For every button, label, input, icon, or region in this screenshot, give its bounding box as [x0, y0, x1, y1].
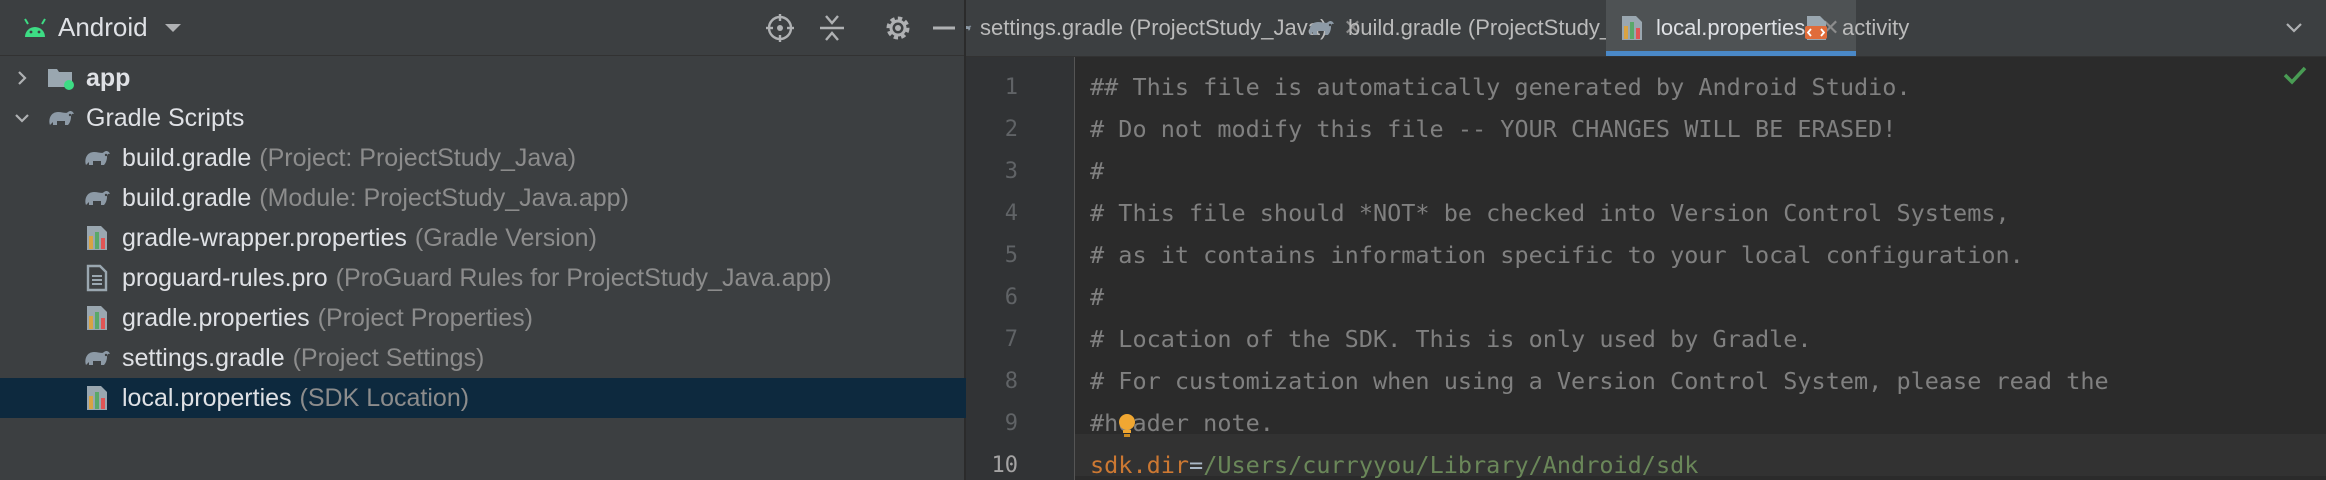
line-number: 3: [1004, 159, 1018, 184]
code-line: # Location of the SDK. This is only used…: [1090, 325, 1812, 353]
minimize-icon[interactable]: [924, 8, 964, 48]
tree-row[interactable]: build.gradle (Module: ProjectStudy_Java.a…: [0, 178, 966, 218]
tree-item-label: settings.gradle (Project Settings): [122, 344, 484, 373]
line-number: 5: [1004, 243, 1018, 268]
tree-row[interactable]: proguard-rules.pro (ProGuard Rules for Pr…: [0, 258, 966, 298]
text-file-icon: [82, 264, 112, 292]
tree-row[interactable]: local.properties (SDK Location): [0, 378, 966, 418]
line-number: 10: [991, 453, 1019, 478]
editor-tab-bar: settings.gradle (ProjectStudy_Java) ✕ buil…: [966, 0, 2326, 57]
editor-tab[interactable]: activity: [1788, 0, 1925, 56]
code-line: # as it contains information specific to…: [1090, 241, 2024, 269]
code-line: ## This file is automatically generated …: [1090, 73, 1911, 101]
code-line: # This file should *NOT* be checked into…: [1090, 199, 2010, 227]
line-number-gutter[interactable]: 1 2 3 4 5 6 7 8 9 10: [966, 57, 1075, 480]
project-view-selector[interactable]: Android: [58, 12, 148, 43]
gradle-elephant-icon: [82, 344, 112, 372]
code-line: sdk.dir=/Users/curryyou/Library/Android/…: [1090, 451, 1698, 479]
tree-item-label: build.gradle (Module: ProjectStudy_Java.a…: [122, 184, 629, 213]
gear-icon[interactable]: [878, 8, 918, 48]
property-key: sdk.dir: [1090, 451, 1190, 479]
property-equals: =: [1189, 451, 1204, 479]
expand-arrow-down-icon[interactable]: [14, 110, 30, 126]
tab-label: activity: [1842, 15, 1910, 40]
tree-item-hint: (Gradle Version): [414, 223, 597, 252]
code-line: #: [1090, 157, 1105, 185]
tree-item-hint: (ProGuard Rules for ProjectStudy_Java.ap…: [335, 263, 832, 292]
tree-item-name: Gradle Scripts: [86, 103, 245, 132]
line-number: 4: [1004, 201, 1018, 226]
module-folder-icon: [46, 64, 76, 92]
property-value: /Users/curryyou/Library/Android/sdk: [1203, 451, 1699, 479]
chevron-down-icon[interactable]: [2274, 0, 2314, 56]
tree-item-name: local.properties: [122, 383, 292, 412]
line-number: 7: [1004, 327, 1018, 352]
gradle-elephant-icon: [82, 184, 112, 212]
project-tool-window: Android appGradle Scriptsbuild.gradle(: [0, 0, 966, 480]
tree-item-label: local.properties (SDK Location): [122, 384, 469, 413]
tree-item-name: build.gradle: [122, 143, 252, 172]
android-icon: [24, 17, 46, 37]
tree-item-hint: (SDK Location): [299, 383, 470, 412]
crosshair-icon[interactable]: [760, 8, 800, 48]
tree-item-name: build.gradle: [122, 183, 252, 212]
tree-row[interactable]: settings.gradle (Project Settings): [0, 338, 966, 378]
code-line: # For customization when using a Version…: [1090, 367, 2109, 395]
tree-row[interactable]: gradle.properties (Project Properties): [0, 298, 966, 338]
lightbulb-icon[interactable]: [1118, 413, 1136, 444]
tree-item-name: gradle-wrapper.properties: [122, 223, 407, 252]
tab-label: local.properties: [1656, 15, 1806, 40]
tree-item-label: app: [86, 64, 130, 93]
properties-file-icon: [82, 384, 112, 412]
properties-file-icon: [82, 224, 112, 252]
tree-row[interactable]: build.gradle (Project: ProjectStudy_Java): [0, 138, 966, 178]
collapse-all-icon[interactable]: [812, 8, 852, 48]
properties-file-icon: [1620, 14, 1644, 42]
project-toolbar: Android: [0, 0, 964, 56]
gradle-elephant-icon: [82, 144, 112, 172]
line-number: 1: [1004, 75, 1018, 100]
code-line: #: [1090, 283, 1105, 311]
tree-item-hint: (Project Properties): [317, 303, 533, 332]
editor-area: settings.gradle (ProjectStudy_Java) ✕ buil…: [966, 0, 2326, 480]
line-number: 2: [1004, 117, 1018, 142]
checkmark-icon[interactable]: [2282, 64, 2308, 86]
tree-row[interactable]: app: [0, 58, 966, 98]
gradle-elephant-icon: [46, 104, 76, 132]
tree-item-label: Gradle Scripts: [86, 104, 244, 133]
tree-item-hint: (Project Settings): [292, 343, 485, 372]
line-number: 8: [1004, 369, 1018, 394]
properties-file-icon: [82, 304, 112, 332]
tree-item-label: gradle.properties (Project Properties): [122, 304, 533, 333]
tree-item-name: gradle.properties: [122, 303, 310, 332]
layout-file-icon: [1804, 14, 1830, 42]
gradle-elephant-icon: [1306, 17, 1336, 39]
expand-arrow-right-icon[interactable]: [14, 70, 30, 86]
tree-row[interactable]: Gradle Scripts: [0, 98, 966, 138]
view-dropdown-chevron-icon[interactable]: [164, 22, 182, 34]
tree-row[interactable]: gradle-wrapper.properties (Gradle Version…: [0, 218, 966, 258]
tab-label: settings.gradle (ProjectStudy_Java): [980, 15, 1328, 40]
tree-item-hint: (Project: ProjectStudy_Java): [259, 143, 577, 172]
tree-item-name: settings.gradle: [122, 343, 285, 372]
tree-item-label: proguard-rules.pro (ProGuard Rules for Pr…: [122, 264, 832, 293]
tree-item-label: build.gradle (Project: ProjectStudy_Java): [122, 144, 576, 173]
line-number: 9: [1004, 411, 1018, 436]
line-number: 6: [1004, 285, 1018, 310]
tree-item-name: proguard-rules.pro: [122, 263, 328, 292]
gradle-elephant-icon: [966, 17, 972, 39]
tree-item-label: gradle-wrapper.properties (Gradle Version…: [122, 224, 597, 253]
tree-item-hint: (Module: ProjectStudy_Java.app): [259, 183, 629, 212]
tree-item-name: app: [86, 63, 131, 92]
code-line: # Do not modify this file -- YOUR CHANGE…: [1090, 115, 1897, 143]
